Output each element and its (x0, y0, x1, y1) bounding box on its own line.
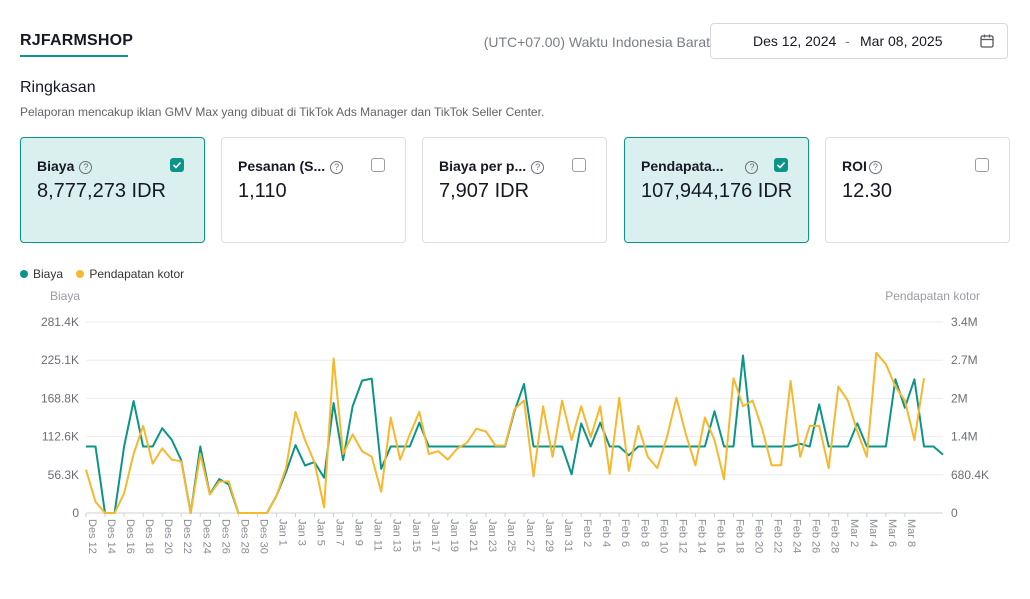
left-tick-label: 168.8K (41, 391, 79, 405)
x-tick-label: Des 28 (238, 519, 250, 554)
x-tick-label: Des 20 (162, 519, 174, 554)
x-tick-label: Feb 26 (810, 519, 822, 553)
right-tick-label: 3.4M (951, 315, 978, 329)
x-tick-label: Des 26 (219, 519, 231, 554)
x-tick-label: Jan 7 (334, 519, 346, 546)
x-tick-label: Jan 23 (486, 519, 498, 552)
x-tick-label: Mar 6 (886, 519, 898, 547)
left-tick-label: 112.6K (42, 430, 79, 444)
x-tick-label: Feb 10 (657, 519, 669, 553)
x-tick-label: Feb 12 (676, 519, 688, 553)
x-tick-label: Jan 19 (448, 519, 460, 552)
x-tick-label: Jan 5 (315, 519, 327, 546)
x-tick-label: Jan 1 (276, 519, 288, 546)
right-tick-label: 680.4K (951, 468, 989, 482)
x-tick-label: Feb 20 (753, 519, 765, 553)
x-tick-label: Jan 3 (295, 519, 307, 546)
line-chart: 0 0 56.3K 680.4K 112.6K 1.4M 168.8K 2M 225.1K 2.7… (41, 315, 989, 554)
x-tick-label: Feb 16 (714, 519, 726, 553)
x-tick-label: Jan 29 (543, 519, 555, 552)
left-tick-label: 56.3K (48, 468, 79, 482)
x-tick-label: Des 12 (86, 519, 98, 554)
x-tick-label: Des 24 (200, 519, 212, 554)
right-tick-label: 2.7M (951, 353, 978, 367)
right-tick-label: 2M (951, 391, 968, 405)
x-tick-label: Des 16 (124, 519, 136, 554)
x-tick-label: Jan 25 (505, 519, 517, 552)
x-tick-label: Jan 15 (410, 519, 422, 552)
x-tick-label: Feb 2 (581, 519, 593, 547)
x-tick-label: Jan 13 (391, 519, 403, 552)
x-tick-label: Feb 28 (829, 519, 841, 553)
x-tick-label: Feb 4 (600, 519, 612, 547)
x-tick-label: Jan 9 (353, 519, 365, 546)
x-tick-label: Jan 17 (429, 519, 441, 552)
x-tick-label: Feb 6 (619, 519, 631, 547)
series-line-pendapatan (85, 351, 925, 514)
left-tick-label: 0 (72, 506, 79, 520)
x-tick-label: Des 22 (181, 519, 193, 554)
x-tick-label: Feb 8 (638, 519, 650, 547)
x-tick-label: Mar 2 (848, 519, 860, 547)
x-tick-label: Feb 14 (695, 519, 707, 553)
x-tick-label: Jan 27 (524, 519, 536, 552)
x-tick-label: Jan 31 (562, 519, 574, 552)
x-tick-label: Des 18 (143, 519, 155, 554)
x-tick-label: Mar 8 (905, 519, 917, 547)
x-tick-label: Des 14 (105, 519, 117, 554)
x-tick-label: Mar 4 (867, 519, 879, 547)
left-tick-label: 281.4K (41, 315, 79, 329)
x-tick-label: Feb 22 (772, 519, 784, 553)
x-tick-label: Des 30 (257, 519, 269, 554)
x-tick-label: Feb 24 (791, 519, 803, 553)
left-tick-label: 225.1K (41, 353, 79, 367)
x-tick-label: Feb 18 (734, 519, 746, 553)
x-tick-label: Jan 21 (467, 519, 479, 552)
right-tick-label: 1.4M (951, 430, 978, 444)
right-tick-label: 0 (951, 506, 958, 520)
x-tick-label: Jan 11 (372, 519, 384, 551)
